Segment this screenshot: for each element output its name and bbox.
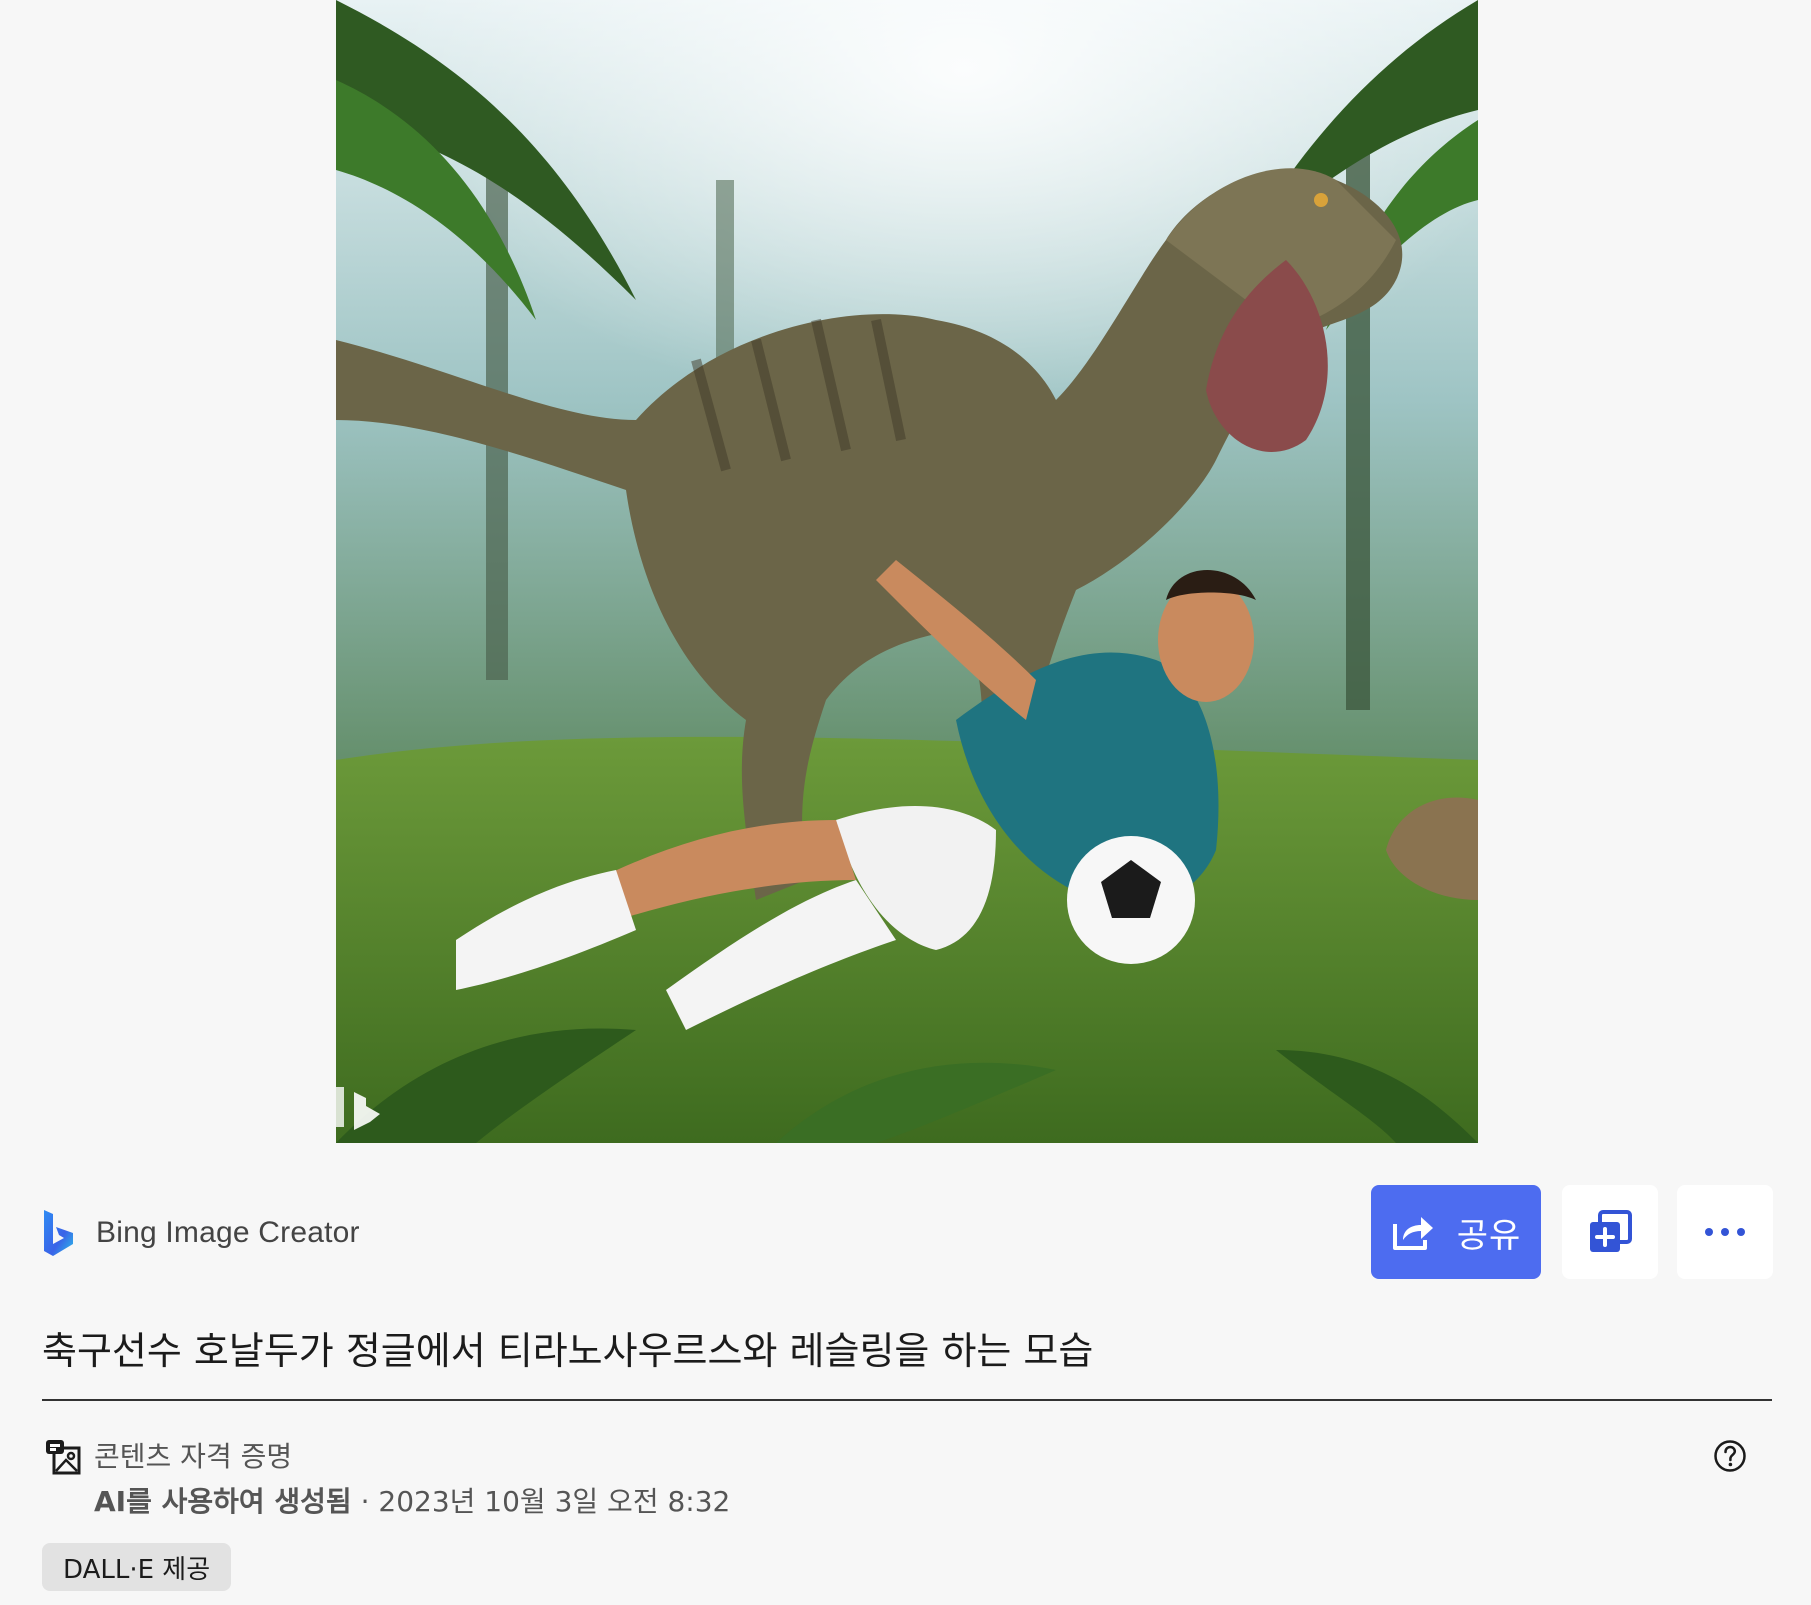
more-horizontal-icon bbox=[1705, 1228, 1745, 1236]
image-detail-page: Bing Image Creator 공유 축구선수 호날두가 정글에서 티라노… bbox=[0, 0, 1811, 1605]
share-arrow-icon bbox=[1392, 1217, 1433, 1250]
content-credentials-icon bbox=[46, 1440, 81, 1475]
ai-generated-label: AI를 사용하여 생성됨 bbox=[94, 1485, 352, 1518]
share-label: 공유 bbox=[1456, 1215, 1522, 1256]
watermark-strip bbox=[336, 1087, 344, 1127]
credentials-detail: AI를 사용하여 생성됨 · 2023년 10월 3일 오전 8:32 bbox=[94, 1480, 730, 1520]
provider-badge: DALL·E 제공 bbox=[42, 1543, 232, 1591]
credentials-separator: · bbox=[351, 1485, 379, 1518]
divider bbox=[42, 1399, 1772, 1401]
generated-image-illustration bbox=[336, 0, 1478, 1143]
bing-logo-icon bbox=[44, 1210, 73, 1256]
add-to-collection-icon bbox=[1590, 1210, 1632, 1252]
add-to-collection-button[interactable] bbox=[1562, 1185, 1658, 1279]
more-options-button[interactable] bbox=[1677, 1185, 1773, 1279]
creator-name: Bing Image Creator bbox=[96, 1216, 360, 1249]
generated-image[interactable] bbox=[336, 0, 1478, 1143]
share-button[interactable]: 공유 bbox=[1371, 1185, 1541, 1279]
creator-attribution[interactable]: Bing Image Creator bbox=[42, 1205, 360, 1261]
credentials-title: 콘텐츠 자격 증명 bbox=[94, 1440, 293, 1473]
credentials-date: 2023년 10월 3일 오전 8:32 bbox=[378, 1485, 731, 1518]
prompt-text: 축구선수 호날두가 정글에서 티라노사우르스와 레슬링을 하는 모습 bbox=[42, 1329, 1094, 1373]
help-circle-icon[interactable] bbox=[1713, 1439, 1747, 1473]
